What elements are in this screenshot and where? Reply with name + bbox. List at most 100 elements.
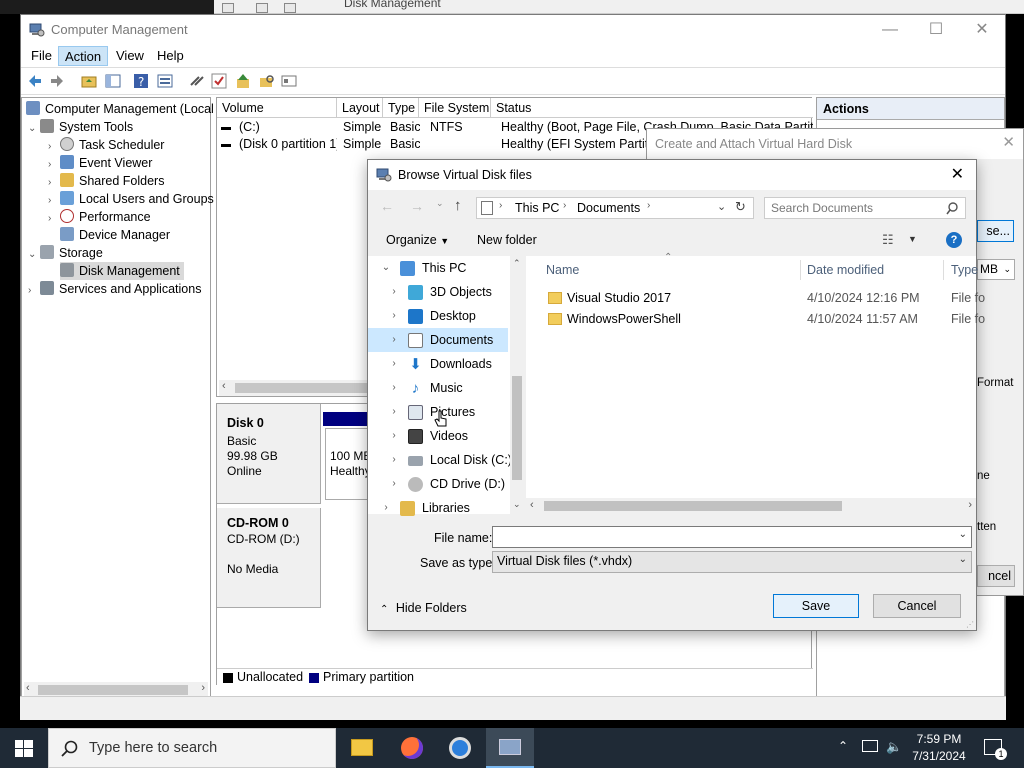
nav-item-libraries[interactable]: › Libraries (368, 496, 508, 520)
chevron-right-icon[interactable]: › (388, 304, 400, 328)
volume-horizontal-scrollbar[interactable]: ‹ (219, 380, 369, 396)
tree-item-shared-folders[interactable]: › Shared Folders (48, 172, 164, 190)
vhd-cancel-button[interactable]: ncel (977, 565, 1015, 587)
file-name-input[interactable]: ⌄ (492, 526, 972, 548)
chevron-right-icon[interactable]: › (388, 424, 400, 448)
resize-grip-icon[interactable]: ⋰ (966, 620, 974, 629)
address-dropdown-icon[interactable]: ⌄ (717, 200, 726, 213)
up-arrow-icon[interactable]: ↑ (454, 197, 462, 214)
back-arrow-icon[interactable]: ← (380, 198, 394, 214)
chevron-down-icon[interactable]: ⌄ (28, 246, 40, 264)
tree-item-event-viewer[interactable]: › Event Viewer (48, 154, 152, 172)
menu-help[interactable]: Help (151, 46, 190, 66)
help-icon[interactable]: ? (133, 73, 149, 89)
chevron-down-icon[interactable]: ⌄ (959, 554, 967, 565)
column-header-layout[interactable]: Layout (337, 98, 383, 118)
menu-view[interactable]: View (110, 46, 150, 66)
taskbar-file-explorer[interactable] (340, 728, 384, 768)
chevron-down-icon[interactable]: ⌄ (959, 529, 967, 540)
network-icon[interactable] (862, 740, 878, 752)
tree-item-system-tools[interactable]: ⌄ System Tools (28, 118, 133, 136)
breadcrumb-documents[interactable]: Documents (577, 201, 640, 215)
chevron-down-icon[interactable]: ⌄ (28, 120, 40, 138)
nav-item-documents[interactable]: › Documents (368, 328, 508, 352)
details-icon[interactable] (281, 73, 297, 89)
chevron-right-icon[interactable]: › (388, 328, 400, 352)
volume-muted-icon[interactable]: 🔈 (886, 739, 902, 755)
taskbar-search-box[interactable]: Type here to search (48, 728, 336, 768)
nav-vertical-scrollbar[interactable]: ⌃ ⌄ (510, 256, 524, 514)
tree-item-computer-management[interactable]: Computer Management (Local (26, 100, 214, 118)
close-icon[interactable]: ✕ (1002, 133, 1015, 151)
minimize-button[interactable]: — (867, 15, 913, 45)
taskbar-computer-management[interactable] (486, 728, 534, 768)
taskbar-firefox[interactable] (390, 728, 434, 768)
chevron-down-icon[interactable]: ⌄ (380, 256, 392, 280)
nav-item-music[interactable]: › ♪ Music (368, 376, 508, 400)
notification-icon[interactable]: 1 (984, 739, 1007, 760)
view-dropdown-icon[interactable]: ▼ (908, 234, 917, 244)
taskbar-chrome[interactable] (438, 728, 482, 768)
properties-icon[interactable] (157, 73, 173, 89)
tree-item-device-manager[interactable]: Device Manager (60, 226, 170, 244)
search-input[interactable]: Search Documents (764, 197, 966, 219)
tree-item-task-scheduler[interactable]: › Task Scheduler (48, 136, 164, 154)
column-header-type[interactable]: Type (383, 98, 419, 118)
list-item[interactable]: Visual Studio 2017 4/10/2024 12:16 PM Fi… (526, 288, 985, 309)
close-button[interactable]: ✕ (959, 15, 1005, 45)
windows-start-icon[interactable] (15, 740, 33, 757)
search-folder-icon[interactable] (259, 73, 275, 89)
nav-item-3d-objects[interactable]: › 3D Objects (368, 280, 508, 304)
list-item[interactable]: WindowsPowerShell 4/10/2024 11:57 AM Fil… (526, 309, 985, 330)
recent-dropdown-icon[interactable]: ⌄ (436, 198, 444, 209)
help-icon[interactable]: ? (946, 232, 962, 248)
chevron-right-icon[interactable]: › (499, 200, 502, 211)
tree-item-disk-management[interactable]: Disk Management (60, 262, 184, 280)
nav-item-local-disk[interactable]: › Local Disk (C:) (368, 448, 512, 472)
save-as-type-select[interactable]: Virtual Disk files (*.vhdx) ⌄ (492, 551, 972, 573)
nav-item-cd-drive[interactable]: › CD Drive (D:) (368, 472, 508, 496)
close-icon[interactable]: ✕ (951, 164, 964, 184)
chevron-right-icon[interactable]: › (48, 210, 60, 228)
chevron-right-icon[interactable]: › (388, 448, 400, 472)
new-folder-button[interactable]: New folder (477, 233, 537, 247)
tree-item-performance[interactable]: › Performance (48, 208, 151, 226)
chevron-up-icon[interactable]: ⌃ (838, 739, 848, 753)
save-button[interactable]: Save (773, 594, 859, 618)
back-arrow-icon[interactable] (27, 73, 43, 89)
maximize-button[interactable]: ☐ (913, 15, 959, 45)
chevron-right-icon[interactable]: › (380, 496, 392, 520)
column-header-file-system[interactable]: File System (419, 98, 491, 118)
column-header-volume[interactable]: Volume (217, 98, 337, 118)
up-folder-icon[interactable] (81, 73, 97, 89)
nav-item-this-pc[interactable]: ⌄ This PC (368, 256, 508, 280)
address-bar[interactable]: › This PC › Documents › ⌄ ↻ (476, 197, 754, 219)
show-hide-tree-icon[interactable] (105, 73, 121, 89)
check-icon[interactable] (211, 73, 227, 89)
column-header-date-modified[interactable]: Date modified (807, 260, 884, 280)
chevron-right-icon[interactable]: › (388, 376, 400, 400)
refresh-icon[interactable]: ↻ (735, 199, 746, 215)
hide-folders-toggle[interactable]: ⌃ Hide Folders (380, 601, 467, 615)
menu-action[interactable]: Action (58, 46, 109, 66)
column-header-type[interactable]: Type (951, 260, 978, 280)
forward-arrow-icon[interactable]: → (410, 198, 424, 214)
cancel-button[interactable]: Cancel (873, 594, 961, 618)
column-header-name[interactable]: Name (546, 260, 579, 280)
connect-icon[interactable] (189, 73, 205, 89)
chevron-right-icon[interactable]: › (563, 200, 566, 211)
breadcrumb-this-pc[interactable]: This PC (515, 201, 559, 215)
file-list-horizontal-scrollbar[interactable]: ‹ › (526, 498, 976, 514)
browse-button[interactable]: se... (977, 220, 1014, 242)
size-unit-select[interactable]: MB ⌄ (977, 259, 1015, 280)
chevron-right-icon[interactable]: › (388, 352, 400, 376)
tree-item-local-users[interactable]: › Local Users and Groups (48, 190, 214, 208)
organize-button[interactable]: Organize ▼ (386, 233, 449, 247)
search-icon[interactable] (946, 202, 959, 215)
clock[interactable]: 7:59 PM 7/31/2024 (906, 731, 972, 767)
chevron-right-icon[interactable]: › (28, 282, 40, 300)
forward-arrow-icon[interactable] (49, 73, 65, 89)
nav-item-downloads[interactable]: › ⬇ Downloads (368, 352, 508, 376)
chevron-right-icon[interactable]: › (388, 280, 400, 304)
disk-0-info[interactable]: Disk 0 Basic 99.98 GB Online (217, 404, 321, 504)
